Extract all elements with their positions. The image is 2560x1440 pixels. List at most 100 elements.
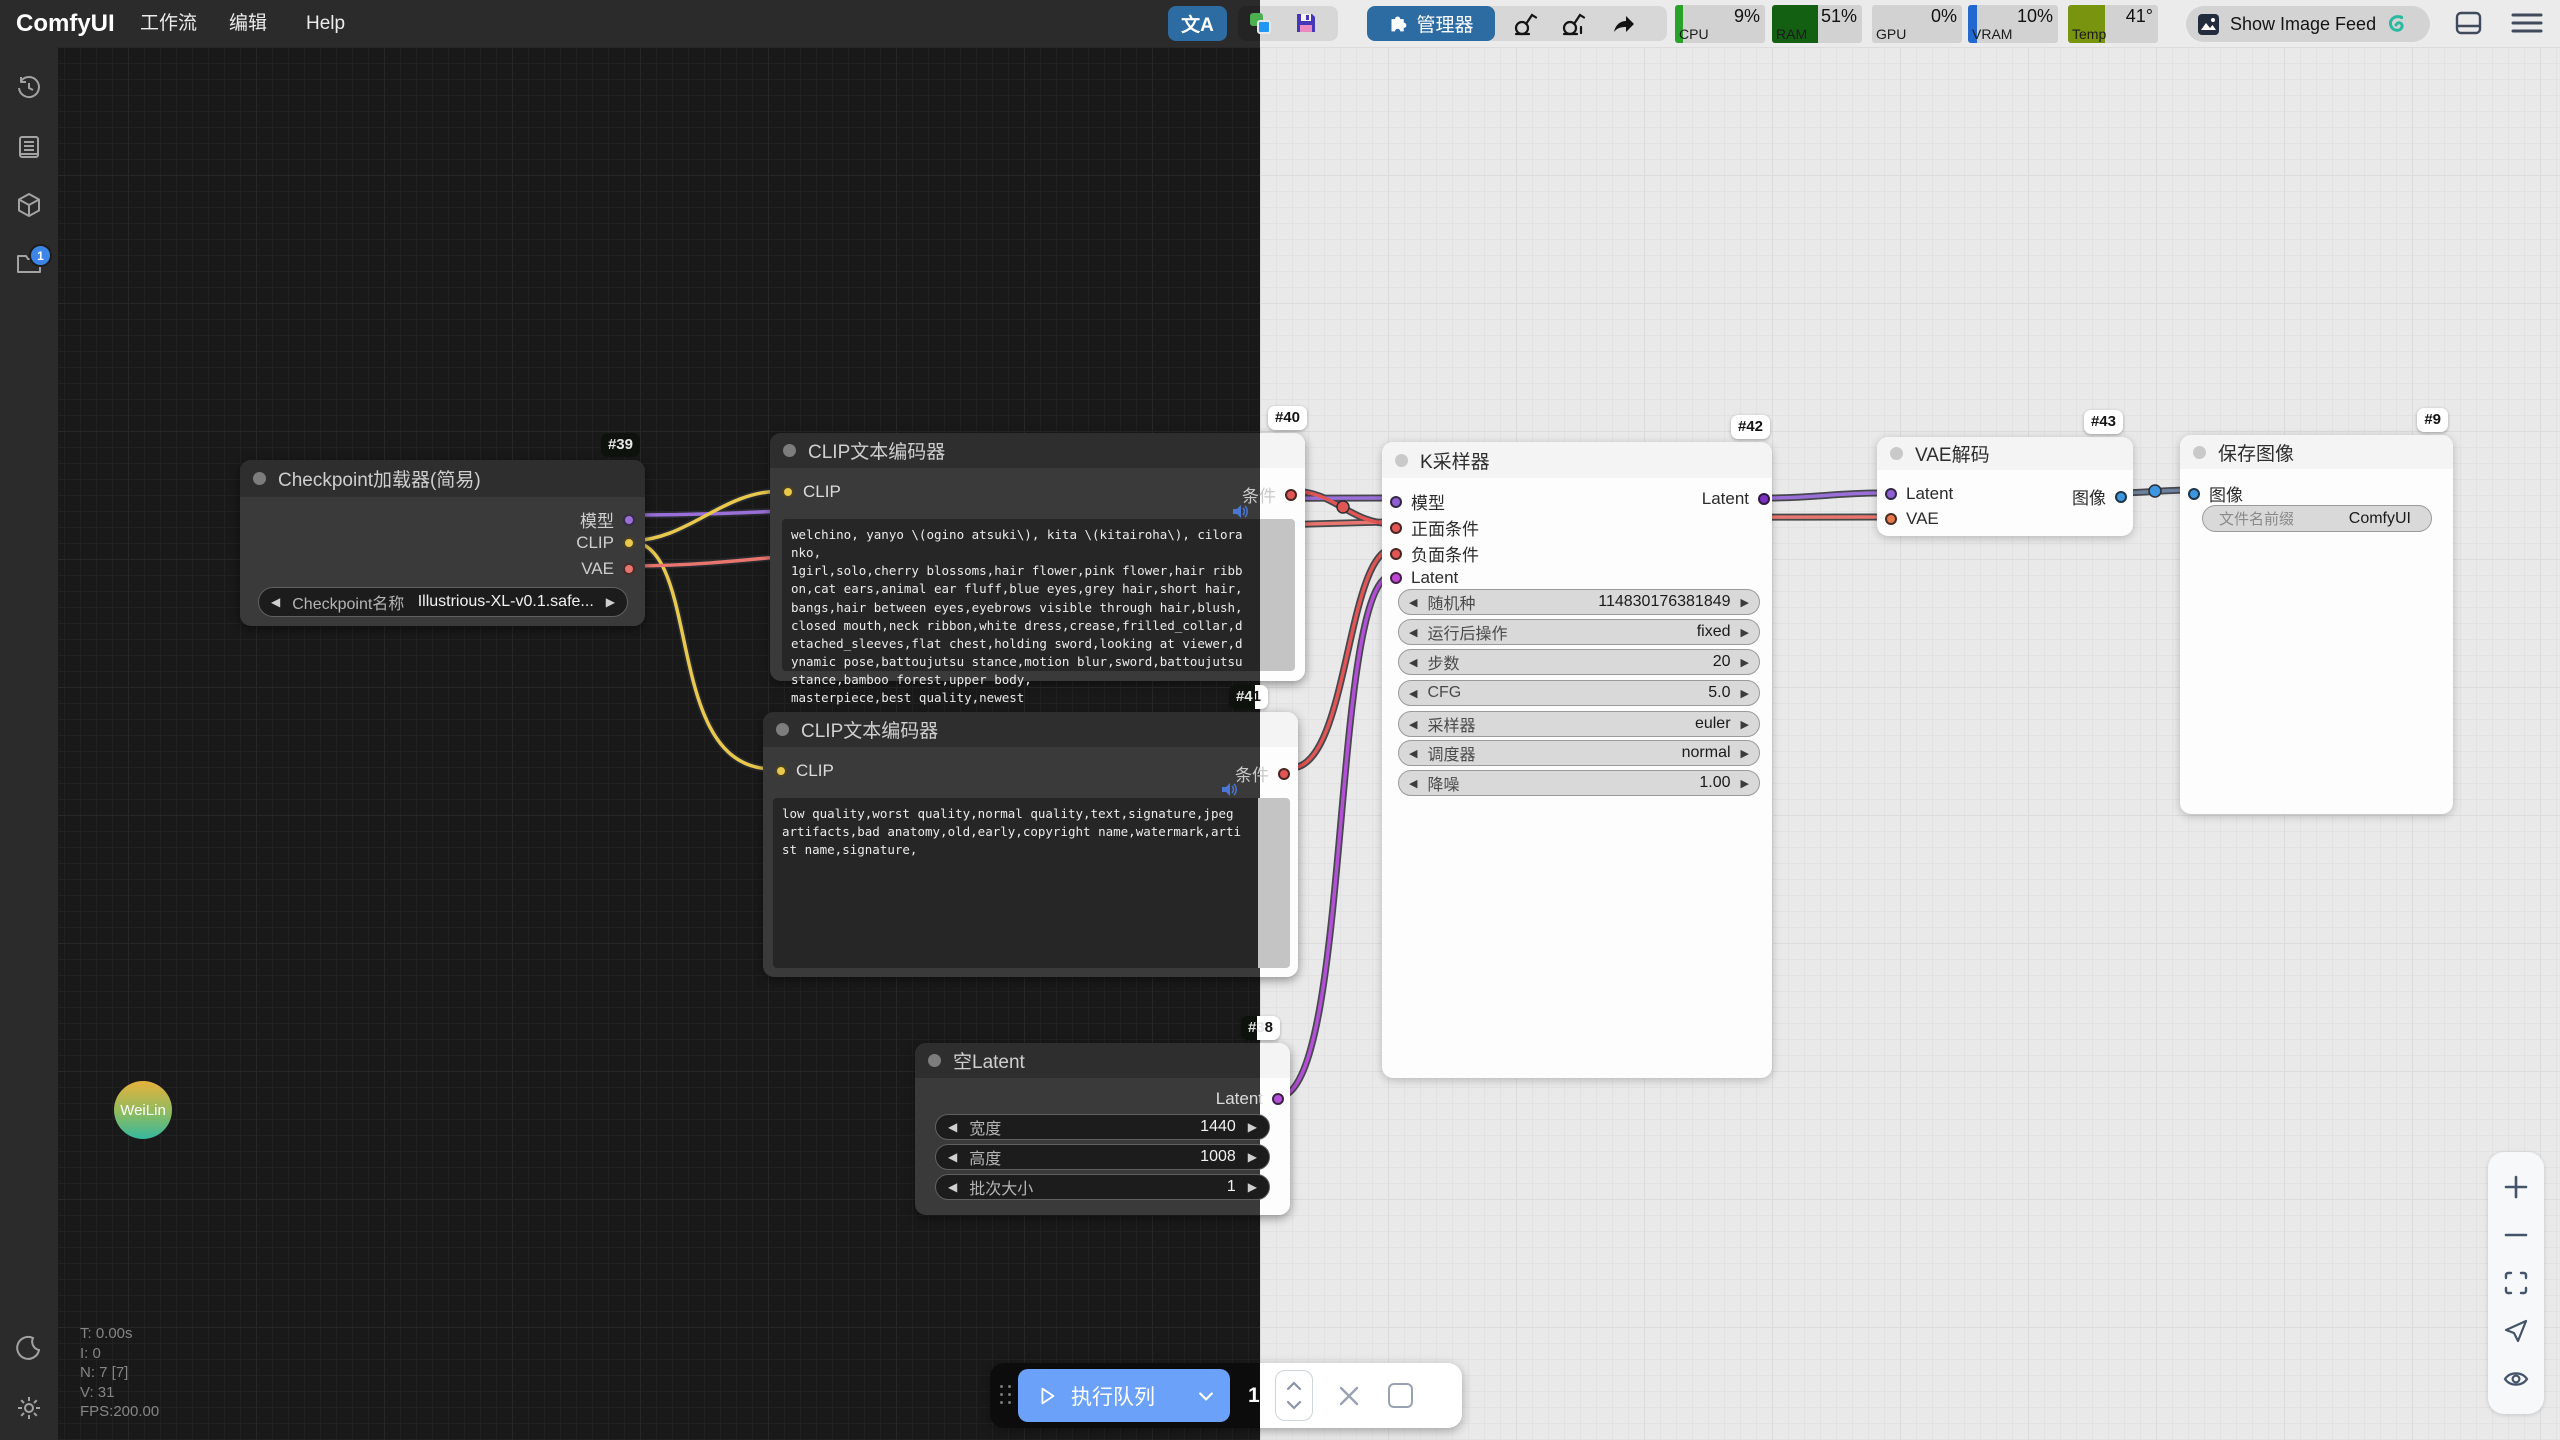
input-negative[interactable]: 负面条件 [1390, 541, 1479, 566]
menu-help[interactable]: Help [306, 0, 345, 47]
queue-count[interactable]: 1 [1248, 1363, 1260, 1428]
prev-arrow-icon[interactable]: ◀ [259, 595, 292, 609]
chevron-down-icon[interactable] [1196, 1386, 1216, 1406]
batch-size-widget[interactable]: ◀ 批次大小 1 ▶ [935, 1174, 1270, 1200]
port-dot[interactable] [1272, 1093, 1284, 1105]
speaker-icon[interactable] [1221, 782, 1238, 797]
output-conditioning[interactable]: 条件 [1242, 482, 1297, 507]
collapse-dot[interactable] [2193, 446, 2206, 459]
input-image[interactable]: 图像 [2188, 481, 2243, 506]
node-title-bar[interactable]: VAE解码 [1877, 437, 2133, 470]
input-clip[interactable]: CLIP [775, 761, 834, 781]
node-title-bar[interactable]: CLIP文本编码器 [763, 712, 1298, 747]
prev-arrow-icon[interactable]: ◀ [1399, 656, 1427, 669]
node-title-bar[interactable]: Checkpoint加载器(简易) [240, 460, 645, 497]
eye-icon[interactable] [2503, 1366, 2529, 1392]
node-title-bar[interactable]: K采样器 [1382, 442, 1772, 478]
scheduler-widget[interactable]: ◀调度器normal▶ [1398, 740, 1760, 766]
node-save-image[interactable]: #9 保存图像 图像 文件名前缀 ComfyUI [2180, 435, 2453, 814]
port-dot[interactable] [1285, 489, 1297, 501]
port-dot[interactable] [782, 486, 794, 498]
prev-arrow-icon[interactable]: ◀ [1399, 687, 1427, 700]
clean-icon[interactable] [1513, 11, 1539, 37]
node-ksampler[interactable]: #42 K采样器 模型 正面条件 负面条件 Latent Latent ◀随机种… [1382, 442, 1772, 1078]
port-dot[interactable] [1390, 522, 1402, 534]
node-title-bar[interactable]: 空Latent [915, 1043, 1290, 1078]
port-dot[interactable] [775, 765, 787, 777]
node-title-bar[interactable]: 保存图像 [2180, 435, 2453, 469]
node-vae-decode[interactable]: #43 VAE解码 Latent VAE 图像 [1877, 437, 2133, 536]
node-empty-latent[interactable]: #38 空Latent Latent ◀ 宽度 1440 ▶ ◀ 高度 1008… [915, 1043, 1290, 1215]
node-clip-text-encode-positive[interactable]: #40 CLIP文本编码器 CLIP 条件 welchino, yanyo \(… [770, 433, 1305, 681]
input-latent[interactable]: Latent [1390, 568, 1458, 588]
show-image-feed-button[interactable]: Show Image Feed [2186, 6, 2430, 42]
menu-edit[interactable]: 编辑 [229, 0, 267, 47]
stop-icon[interactable] [1388, 1383, 1413, 1408]
input-clip[interactable]: CLIP [782, 482, 841, 502]
collapse-dot[interactable] [776, 723, 789, 736]
menu-icon[interactable] [2511, 12, 2543, 34]
output-model[interactable]: 模型 [580, 507, 635, 532]
node-library-icon[interactable] [16, 134, 42, 160]
prompt-textarea[interactable]: welchino, yanyo \(ogino atsuki\), kita \… [782, 519, 1295, 671]
sampler-widget[interactable]: ◀采样器euler▶ [1398, 711, 1760, 737]
control-after-generate-widget[interactable]: ◀运行后操作fixed▶ [1398, 619, 1760, 645]
filename-prefix-widget[interactable]: 文件名前缀 ComfyUI [2202, 505, 2432, 532]
next-arrow-icon[interactable]: ▶ [1731, 747, 1759, 760]
palette-icon[interactable] [1250, 13, 1272, 35]
speaker-icon[interactable] [1232, 504, 1249, 519]
next-arrow-icon[interactable]: ▶ [1236, 1120, 1269, 1134]
next-arrow-icon[interactable]: ▶ [594, 595, 627, 609]
count-stepper[interactable] [1275, 1370, 1313, 1421]
input-vae[interactable]: VAE [1885, 509, 1939, 529]
next-arrow-icon[interactable]: ▶ [1731, 656, 1759, 669]
output-latent[interactable]: Latent [1216, 1089, 1284, 1109]
manager-button[interactable]: 管理器 [1367, 6, 1495, 41]
output-image[interactable]: 图像 [2072, 484, 2127, 509]
port-dot[interactable] [1278, 768, 1290, 780]
collapse-dot[interactable] [253, 472, 266, 485]
clean-all-icon[interactable] [1561, 11, 1587, 37]
theme-moon-icon[interactable] [16, 1335, 42, 1361]
next-arrow-icon[interactable]: ▶ [1731, 687, 1759, 700]
steps-widget[interactable]: ◀步数20▶ [1398, 649, 1760, 675]
share-icon[interactable] [1611, 11, 1637, 37]
output-vae[interactable]: VAE [581, 559, 635, 579]
model-library-icon[interactable] [16, 192, 42, 218]
prompt-textarea[interactable]: low quality,worst quality,normal quality… [773, 798, 1290, 968]
prev-arrow-icon[interactable]: ◀ [936, 1180, 969, 1194]
next-arrow-icon[interactable]: ▶ [1731, 777, 1759, 790]
port-dot[interactable] [1390, 572, 1402, 584]
step-down-icon[interactable] [1286, 1400, 1302, 1410]
collapse-dot[interactable] [928, 1054, 941, 1067]
node-checkpoint-loader[interactable]: #39 Checkpoint加载器(简易) 模型 CLIP VAE ◀ Chec… [240, 460, 645, 626]
denoise-widget[interactable]: ◀降噪1.00▶ [1398, 770, 1760, 796]
fit-view-icon[interactable] [2503, 1270, 2529, 1296]
menu-workflow[interactable]: 工作流 [140, 0, 197, 47]
collapse-dot[interactable] [783, 444, 796, 457]
input-latent[interactable]: Latent [1885, 484, 1953, 504]
port-dot[interactable] [2188, 488, 2200, 500]
input-positive[interactable]: 正面条件 [1390, 515, 1479, 540]
prev-arrow-icon[interactable]: ◀ [936, 1120, 969, 1134]
run-queue-button[interactable]: 执行队列 [1018, 1369, 1230, 1422]
prev-arrow-icon[interactable]: ◀ [1399, 777, 1427, 790]
prev-arrow-icon[interactable]: ◀ [1399, 596, 1427, 609]
seed-widget[interactable]: ◀随机种114830176381849▶ [1398, 589, 1760, 615]
save-icon[interactable] [1295, 12, 1317, 34]
weilin-plugin-button[interactable]: WeiLin [114, 1081, 172, 1139]
step-up-icon[interactable] [1286, 1381, 1302, 1391]
node-clip-text-encode-negative[interactable]: #41 CLIP文本编码器 CLIP 条件 low quality,worst … [763, 712, 1298, 977]
port-dot[interactable] [1390, 548, 1402, 560]
zoom-out-icon[interactable] [2503, 1222, 2529, 1248]
cfg-widget[interactable]: ◀CFG5.0▶ [1398, 680, 1760, 706]
history-icon[interactable] [16, 75, 42, 101]
port-dot[interactable] [1390, 496, 1402, 508]
input-model[interactable]: 模型 [1390, 489, 1445, 514]
clear-queue-icon[interactable] [1337, 1384, 1361, 1408]
output-conditioning[interactable]: 条件 [1235, 761, 1290, 786]
next-arrow-icon[interactable]: ▶ [1731, 626, 1759, 639]
port-dot[interactable] [623, 514, 635, 526]
app-logo[interactable]: ComfyUI [16, 0, 115, 47]
port-dot[interactable] [1885, 513, 1897, 525]
